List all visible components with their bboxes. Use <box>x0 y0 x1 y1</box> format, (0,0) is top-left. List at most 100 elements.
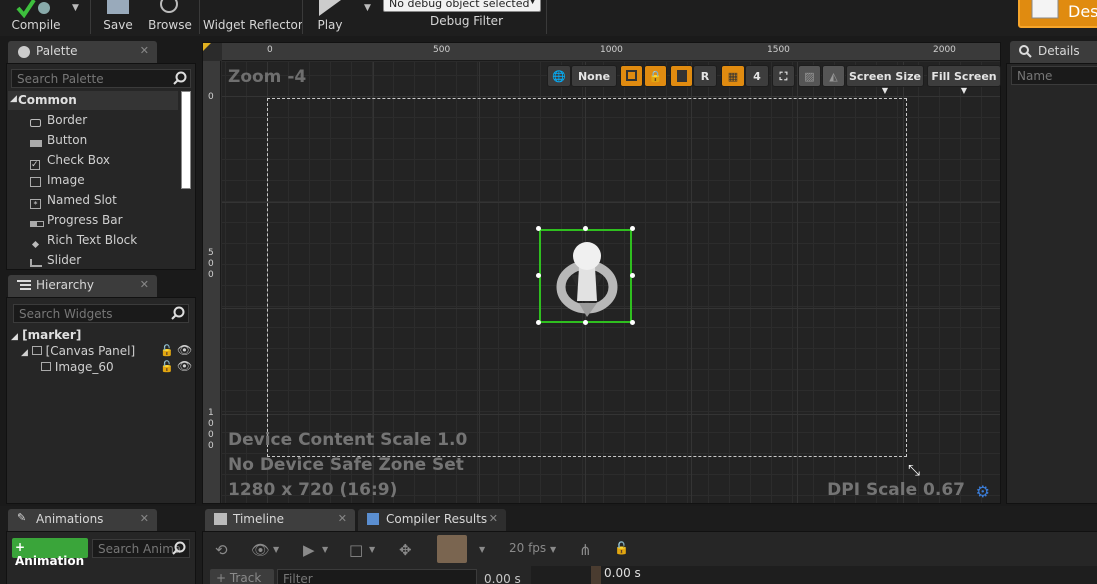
tab-animations[interactable]: ✎ Animations ✕ <box>8 509 157 531</box>
selection-rect-icon[interactable]: □ <box>349 541 363 559</box>
close-icon[interactable]: ✕ <box>338 512 347 525</box>
designer-mode-button[interactable]: Des <box>1018 0 1097 28</box>
selection-handle[interactable] <box>583 226 588 231</box>
play-options-arrow[interactable]: ▼ <box>364 3 371 13</box>
playhead[interactable] <box>591 566 601 584</box>
search-icon <box>172 541 186 555</box>
localization-select[interactable]: None <box>571 65 617 87</box>
snap-icon[interactable]: ⋔ <box>579 541 592 559</box>
animations-tab-label: Animations <box>36 512 104 526</box>
selection-handle[interactable] <box>630 226 635 231</box>
selection-handle[interactable] <box>630 320 635 325</box>
selection-handle[interactable] <box>536 226 541 231</box>
transform-icon[interactable]: ✥ <box>399 541 412 559</box>
palette-item[interactable]: Progress Bar <box>26 210 176 230</box>
background-toggle[interactable]: ▨ <box>798 65 821 87</box>
close-icon[interactable]: ✕ <box>489 512 498 525</box>
localization-button[interactable]: 🌐 <box>547 65 571 87</box>
play-icon[interactable]: ▶ <box>303 541 315 559</box>
visibility-eye-icon[interactable]: 👁 <box>177 359 192 373</box>
hierarchy-tab-label: Hierarchy <box>36 278 95 292</box>
design-canvas[interactable]: Zoom -4 ⤡ Device Content Scale 1.0 No De… <box>222 62 1000 503</box>
palette-item-label: Slider <box>47 253 82 267</box>
border-icon <box>30 116 41 130</box>
named-slot-icon: * <box>30 196 41 210</box>
chevron-down-icon[interactable]: ▼ <box>369 545 375 554</box>
screen-size-select[interactable]: Screen Size ▼ <box>846 65 924 95</box>
tab-compiler-results[interactable]: Compiler Results ✕ <box>358 509 506 531</box>
palette-item[interactable]: ✓ Check Box <box>26 150 176 170</box>
palette-item[interactable]: Rich Text Block <box>26 230 176 250</box>
record-button[interactable] <box>437 535 467 563</box>
respect-locks-toggle[interactable] <box>670 65 693 87</box>
selected-image-widget[interactable] <box>539 229 632 323</box>
palette-item-label: Rich Text Block <box>47 233 138 247</box>
ruler-tick-label: 1000 <box>600 45 623 55</box>
playhead-time-label: 0.00 s <box>604 566 641 580</box>
palette-scrollbar[interactable] <box>181 91 191 189</box>
ruler-tick-label: 0 <box>267 45 273 55</box>
add-track-button[interactable]: + Track <box>210 569 274 584</box>
palette-item[interactable]: Image <box>26 170 176 190</box>
palette-item[interactable]: * Named Slot <box>26 190 176 210</box>
hierarchy-search-input[interactable]: Search Widgets <box>13 304 189 323</box>
lock-icon[interactable]: 🔓 <box>160 344 174 357</box>
chevron-down-icon[interactable]: ▼ <box>479 545 485 554</box>
mirror-toggle[interactable]: ◭ <box>822 65 845 87</box>
chevron-down-icon[interactable]: ▼ <box>322 545 328 554</box>
outline-toggle[interactable] <box>620 65 643 87</box>
toolbar-separator <box>546 0 547 34</box>
palette-item[interactable]: Border <box>26 110 176 130</box>
gear-icon[interactable]: ⚙ <box>976 482 990 501</box>
screen-size-value: Screen Size <box>848 70 921 83</box>
timeline-filter-input[interactable]: Filter <box>277 569 477 584</box>
animation-icon: ✎ <box>17 511 27 524</box>
resize-arrows-icon[interactable]: ⤡ <box>908 461 920 479</box>
tab-details[interactable]: Details <box>1010 41 1097 63</box>
ruler-tick-label: 0 <box>208 92 214 102</box>
selection-handle[interactable] <box>536 273 541 278</box>
selection-handle[interactable] <box>536 320 541 325</box>
close-icon[interactable]: ✕ <box>140 278 149 291</box>
chevron-down-icon[interactable]: ▼ <box>273 545 279 554</box>
fill-screen-select[interactable]: Fill Screen ▼ <box>927 65 1001 95</box>
lock-icon[interactable]: 🔓 <box>160 360 174 373</box>
ruler-tick-label: 0 <box>208 270 214 280</box>
debug-object-select[interactable]: No debug object selected ▼ <box>383 0 541 12</box>
palette-item[interactable]: Slider <box>26 250 176 268</box>
fps-select[interactable]: 20 fps ▼ <box>509 541 556 555</box>
canvas-panel-label: [Canvas Panel] <box>45 344 136 358</box>
rich-text-icon <box>30 236 40 250</box>
hierarchy-root-item[interactable]: ◢ [marker] <box>11 328 81 342</box>
designer-viewport[interactable]: 0 500 1000 1500 2000 05001000 Zoom -4 ⤡ Devi… <box>202 42 1001 504</box>
checkbox-icon: ✓ <box>30 160 40 170</box>
animation-search-input[interactable]: Search Anima <box>92 539 190 558</box>
visibility-eye-icon[interactable]: 👁 <box>177 343 192 357</box>
name-input[interactable]: Name <box>1011 66 1097 85</box>
hierarchy-image-item[interactable]: Image_60 🔓 👁 <box>41 359 192 374</box>
tab-hierarchy[interactable]: Hierarchy ✕ <box>8 275 157 297</box>
lock-icon[interactable]: 🔓 <box>614 541 629 555</box>
tab-timeline[interactable]: Timeline ✕ <box>205 509 355 531</box>
lock-toggle[interactable]: 🔒 <box>644 65 667 87</box>
add-animation-button[interactable]: + Animation <box>12 538 88 568</box>
palette-item-label: Border <box>47 113 88 127</box>
debug-filter-label: Debug Filter <box>430 14 503 28</box>
grid-size-select[interactable]: 4 <box>745 65 769 87</box>
hierarchy-canvas-panel-item[interactable]: ◢ [Canvas Panel] 🔓 👁 <box>21 343 192 358</box>
play-button[interactable]: Play <box>308 0 352 34</box>
palette-item[interactable]: Button <box>26 130 176 150</box>
selection-handle[interactable] <box>630 273 635 278</box>
visibility-eye-icon[interactable]: 👁 <box>251 541 270 559</box>
grid-snap-toggle[interactable]: ▦ <box>721 65 745 87</box>
fit-view-button[interactable]: ⛶ <box>772 65 795 87</box>
selection-handle[interactable] <box>583 320 588 325</box>
close-icon[interactable]: ✕ <box>140 512 149 525</box>
palette-item-label: Image <box>47 173 85 187</box>
slider-icon <box>30 256 42 268</box>
r-button[interactable]: R <box>693 65 717 87</box>
loop-icon[interactable]: ⟲ <box>215 541 228 559</box>
widget-reflector-button[interactable]: Widget Reflector <box>203 0 303 34</box>
r-label: R <box>700 70 710 83</box>
animations-panel: + Animation Search Anima <box>6 531 196 584</box>
